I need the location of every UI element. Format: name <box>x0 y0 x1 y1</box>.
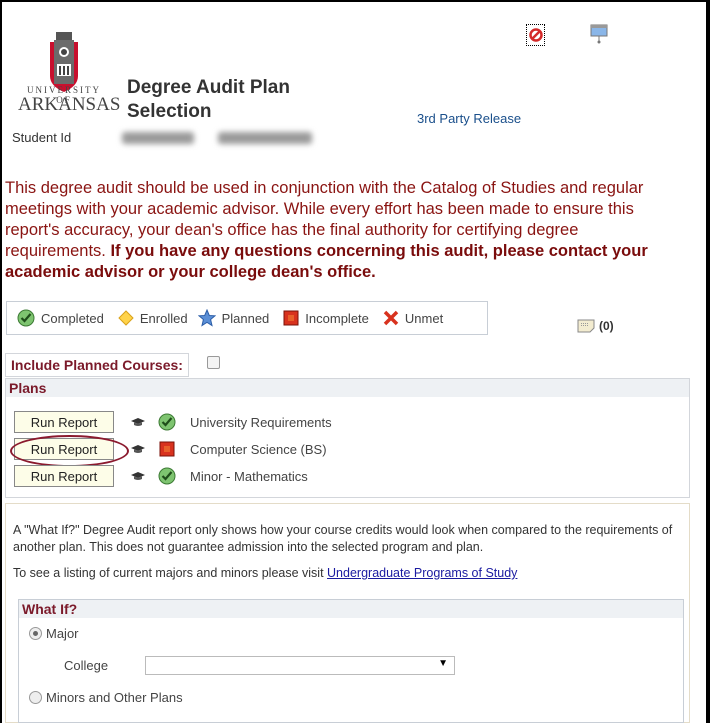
legend-label: Planned <box>221 310 270 326</box>
plan-name: University Requirements <box>190 414 332 430</box>
plans-heading: Plans <box>6 379 689 397</box>
graduation-cap-icon <box>131 472 145 480</box>
student-name-redacted <box>218 132 312 144</box>
audit-notice: This degree audit should be used in conj… <box>5 178 665 283</box>
legend-planned: Planned <box>197 309 270 327</box>
legend-incomplete: Incomplete <box>283 310 369 326</box>
major-label: Major <box>46 626 79 641</box>
run-report-button[interactable]: Run Report <box>14 465 114 487</box>
graduation-cap-icon <box>131 418 145 426</box>
major-radio[interactable] <box>29 627 42 640</box>
preferences-icon[interactable] <box>590 24 608 49</box>
include-planned-label: Include Planned Courses: <box>5 353 189 377</box>
university-logo: UNIVERSITY OF ARKANSAS <box>18 30 121 118</box>
student-id-value-redacted <box>122 132 194 144</box>
run-report-button[interactable]: Run Report <box>14 411 114 433</box>
programs-listing-line: To see a listing of current majors and m… <box>13 566 517 580</box>
legend-label: Unmet <box>404 310 444 326</box>
check-icon <box>158 413 176 431</box>
incomplete-square-icon <box>159 441 175 457</box>
check-icon <box>17 309 35 327</box>
student-id-label: Student Id <box>12 130 72 145</box>
college-label: College <box>64 658 109 673</box>
notes-icon <box>577 319 595 333</box>
what-if-heading: What If? <box>19 600 683 618</box>
third-party-release-link[interactable]: 3rd Party Release <box>417 111 521 126</box>
legend-unmet: Unmet <box>383 310 443 326</box>
plan-row: Run Report Minor - Mathematics <box>14 465 308 487</box>
page: UNIVERSITY OF ARKANSAS Degree Audit Plan… <box>2 2 706 723</box>
legend-completed: Completed <box>17 309 104 327</box>
legend-label: Completed <box>41 310 104 326</box>
legend-label: Enrolled <box>139 310 188 326</box>
minors-label: Minors and Other Plans <box>46 690 183 705</box>
highlight-annotation <box>10 435 129 467</box>
x-icon <box>383 310 399 326</box>
notes-count: (0) <box>599 319 614 333</box>
what-if-group: What If? Major College ▼ Minors and Othe… <box>18 599 684 723</box>
dropdown-arrow-icon: ▼ <box>438 658 448 669</box>
minors-radio[interactable] <box>29 691 42 704</box>
status-legend: Completed Enrolled Planned Incomplete Un… <box>6 301 488 335</box>
plan-name: Computer Science (BS) <box>190 441 327 457</box>
college-select[interactable]: ▼ <box>145 656 455 675</box>
diamond-icon <box>118 310 134 326</box>
notes-link[interactable]: (0) <box>577 319 614 333</box>
listing-prefix: To see a listing of current majors and m… <box>13 566 328 580</box>
page-title: Degree Audit Plan Selection <box>127 77 290 122</box>
logo-line2: ARKANSAS <box>18 94 121 115</box>
incomplete-square-icon <box>283 310 299 326</box>
graduation-cap-icon <box>131 445 145 453</box>
plan-name: Minor - Mathematics <box>190 468 308 484</box>
legend-enrolled: Enrolled <box>118 310 188 326</box>
include-planned-checkbox[interactable] <box>207 356 220 369</box>
undergraduate-programs-link[interactable]: Undergraduate Programs of Study <box>327 566 517 580</box>
no-entry-icon[interactable] <box>526 24 545 46</box>
star-icon <box>197 309 216 327</box>
plan-row: Run Report University Requirements <box>14 411 332 433</box>
check-icon <box>158 467 176 485</box>
what-if-section: A "What If?" Degree Audit report only sh… <box>5 503 690 723</box>
legend-label: Incomplete <box>305 310 369 326</box>
what-if-description: A "What If?" Degree Audit report only sh… <box>13 523 673 554</box>
